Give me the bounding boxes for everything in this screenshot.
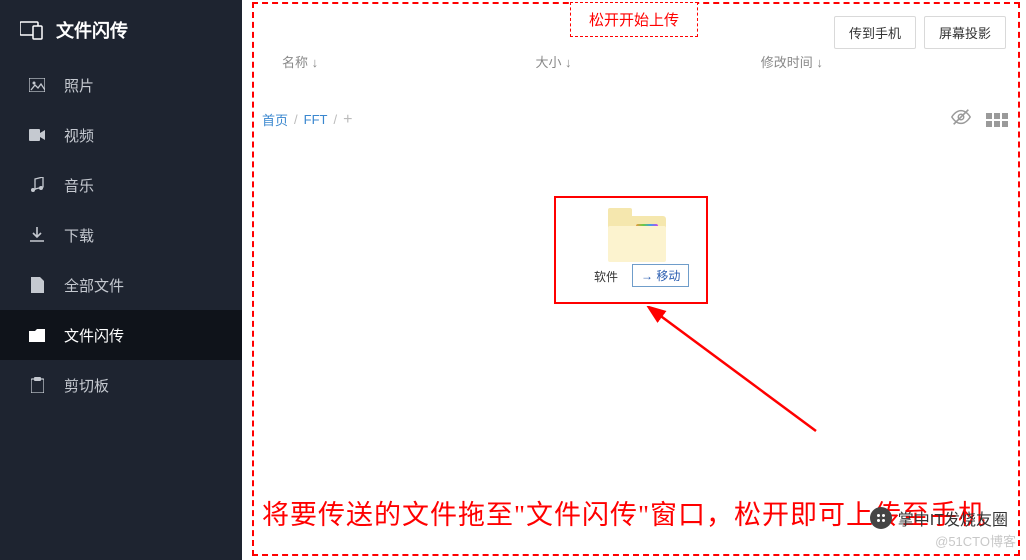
video-icon: [28, 126, 46, 144]
download-icon: [28, 226, 46, 244]
sidebar-item-label: 音乐: [64, 175, 94, 196]
breadcrumb-sep: /: [294, 112, 298, 127]
breadcrumb-current[interactable]: FFT: [304, 112, 328, 127]
music-icon: [28, 176, 46, 194]
annotation-arrow: [646, 306, 826, 436]
send-to-phone-button[interactable]: 传到手机: [834, 16, 916, 49]
sidebar-item-label: 文件闪传: [64, 325, 124, 346]
sidebar-item-downloads[interactable]: 下载: [0, 210, 242, 260]
watermark-sub: @51CTO博客: [935, 531, 1016, 550]
clipboard-icon: [28, 376, 46, 394]
grid-view-icon[interactable]: [986, 113, 1008, 127]
sidebar-item-flashtransfer[interactable]: 文件闪传: [0, 310, 242, 360]
devices-icon: [20, 20, 44, 40]
main-content: 松开开始上传 传到手机 屏幕投影 名称 ↓ 大小 ↓ 修改时间 ↓ 首页 / F…: [242, 0, 1026, 560]
sidebar: 文件闪传 照片 视频 音乐 下载 全部文件 文件闪传 剪切板: [0, 0, 242, 560]
breadcrumb-add-button[interactable]: +: [343, 111, 352, 129]
watermark-brand-text: 掌中IT发烧友圈: [898, 506, 1008, 530]
drop-banner: 松开开始上传: [570, 2, 698, 37]
toolbar: 传到手机 屏幕投影: [834, 16, 1006, 49]
sidebar-item-clipboard[interactable]: 剪切板: [0, 360, 242, 410]
breadcrumb-sep: /: [333, 112, 337, 127]
view-tools: [950, 106, 1008, 133]
sidebar-item-label: 视频: [64, 125, 94, 146]
column-size[interactable]: 大小 ↓: [535, 52, 760, 71]
folder-icon: [28, 326, 46, 344]
breadcrumb-root[interactable]: 首页: [262, 110, 288, 129]
image-icon: [28, 76, 46, 94]
watermark-brand: 掌中IT发烧友圈: [870, 506, 1008, 530]
app-title-text: 文件闪传: [56, 17, 128, 43]
app-title: 文件闪传: [0, 0, 242, 60]
screen-mirror-button[interactable]: 屏幕投影: [924, 16, 1006, 49]
sidebar-item-label: 剪切板: [64, 375, 109, 396]
dragged-folder-icon[interactable]: [608, 216, 666, 262]
sidebar-item-label: 照片: [64, 75, 94, 96]
visibility-off-icon[interactable]: [950, 106, 972, 133]
breadcrumb: 首页 / FFT / +: [262, 110, 352, 129]
column-headers: 名称 ↓ 大小 ↓ 修改时间 ↓: [282, 52, 986, 71]
column-modified[interactable]: 修改时间 ↓: [761, 52, 986, 71]
dragged-folder-label: 软件: [594, 268, 618, 285]
sidebar-item-videos[interactable]: 视频: [0, 110, 242, 160]
sidebar-item-photos[interactable]: 照片: [0, 60, 242, 110]
move-tooltip: → 移动: [632, 264, 689, 287]
watermark-logo-icon: [870, 507, 892, 529]
file-icon: [28, 276, 46, 294]
sidebar-item-label: 下载: [64, 225, 94, 246]
sidebar-item-allfiles[interactable]: 全部文件: [0, 260, 242, 310]
sidebar-item-label: 全部文件: [64, 275, 124, 296]
sidebar-item-music[interactable]: 音乐: [0, 160, 242, 210]
drag-highlight-box: 软件 → 移动: [554, 196, 708, 304]
column-name[interactable]: 名称 ↓: [282, 52, 535, 71]
